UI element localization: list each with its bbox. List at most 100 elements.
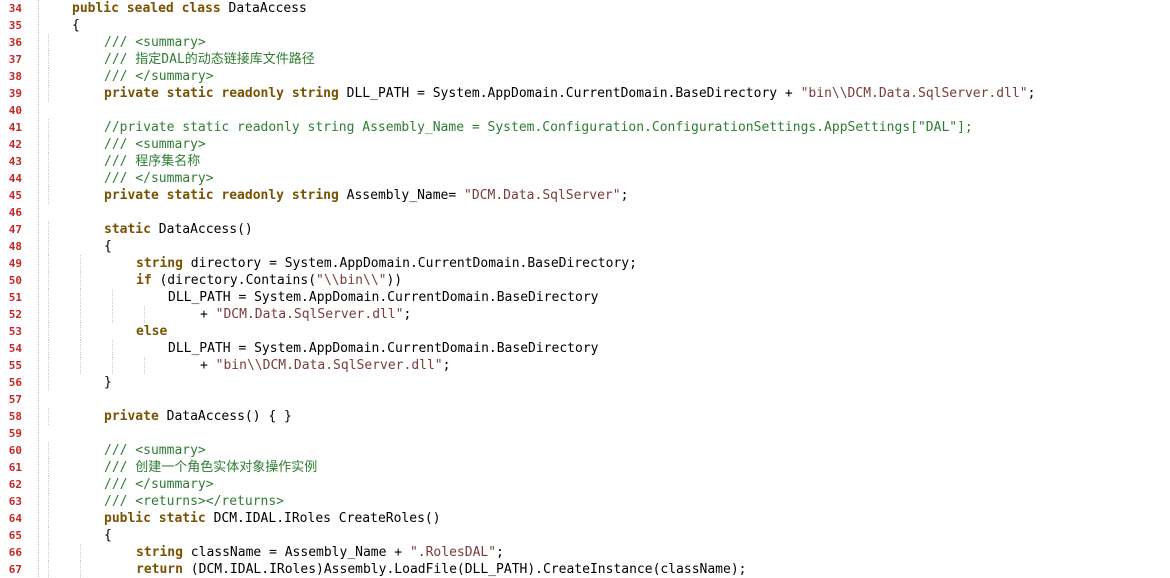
code-line[interactable]: 54 DLL_PATH = System.AppDomain.CurrentDom… (0, 340, 1170, 357)
code-text: + "bin\\DCM.Data.SqlServer.dll"; (200, 357, 450, 374)
keyword-token: return (136, 562, 191, 577)
indent-guide (48, 561, 49, 578)
code-token: Assembly_Name= (346, 188, 465, 203)
code-text: /// 指定DAL的动态链接库文件路径 (104, 51, 315, 68)
code-token: DataAccess (228, 1, 307, 16)
code-token: { (104, 528, 112, 543)
code-text: /// <summary> (104, 442, 206, 459)
code-line[interactable]: 58 private DataAccess() { } (0, 408, 1170, 425)
indent-guide (48, 187, 49, 204)
code-text: return (DCM.IDAL.IRoles)Assembly.LoadFil… (136, 561, 747, 578)
keyword-token: static (104, 222, 159, 237)
code-text: if (directory.Contains("\\bin\\")) (136, 272, 402, 289)
line-number: 61 (8, 461, 22, 474)
code-text: /// </summary> (104, 476, 214, 493)
comment-token: /// 程序集名称 (104, 154, 201, 169)
code-line[interactable]: 53 else (0, 323, 1170, 340)
indent-guide (48, 255, 49, 272)
line-number: 59 (8, 427, 22, 440)
code-token: )) (386, 273, 403, 288)
code-line[interactable]: 52 + "DCM.Data.SqlServer.dll"; (0, 306, 1170, 323)
code-line[interactable]: 62 /// </summary> (0, 476, 1170, 493)
comment-token: /// 指定DAL的动态链接库文件路径 (104, 52, 315, 67)
line-number: 50 (8, 274, 22, 287)
indent-guide (112, 289, 113, 306)
code-line[interactable]: 36 /// <summary> (0, 34, 1170, 51)
line-number: 63 (8, 495, 22, 508)
comment-token: /// <summary> (104, 137, 206, 152)
indent-guide (48, 119, 49, 136)
code-line[interactable]: 48 { (0, 238, 1170, 255)
code-line[interactable]: 59 (0, 425, 1170, 442)
code-line[interactable]: 60 /// <summary> (0, 442, 1170, 459)
code-line[interactable]: 34 public sealed class DataAccess (0, 0, 1170, 17)
code-line[interactable]: 44 /// </summary> (0, 170, 1170, 187)
code-line[interactable]: 41 //private static readonly string Assem… (0, 119, 1170, 136)
comment-token: /// <summary> (104, 35, 206, 50)
code-line[interactable]: 51 DLL_PATH = System.AppDomain.CurrentDom… (0, 289, 1170, 306)
indent-guide (48, 442, 49, 459)
indent-guide (80, 544, 81, 561)
line-number: 49 (8, 257, 22, 270)
code-token: ; (403, 307, 412, 322)
code-line[interactable]: 64 public static DCM.IDAL.IRoles CreateRo… (0, 510, 1170, 527)
comment-token: /// <summary> (104, 443, 206, 458)
code-line[interactable]: 42 /// <summary> (0, 136, 1170, 153)
indent-guide (48, 238, 49, 255)
line-number: 52 (8, 308, 22, 321)
code-text: static DataAccess() (104, 221, 253, 238)
code-line[interactable]: 49 string directory = System.AppDomain.Cu… (0, 255, 1170, 272)
code-text: { (104, 527, 112, 544)
line-number: 51 (8, 291, 22, 304)
code-line[interactable]: 46 (0, 204, 1170, 221)
code-text: private static readonly string DLL_PATH … (104, 85, 1035, 102)
code-text: /// 创建一个角色实体对象操作实例 (104, 459, 317, 476)
line-number: 56 (8, 376, 22, 389)
indent-guide (48, 323, 49, 340)
code-line[interactable]: 38 /// </summary> (0, 68, 1170, 85)
code-editor[interactable]: 34 public sealed class DataAccess 35 {36 ///… (0, 0, 1170, 578)
code-line[interactable]: 35 { (0, 17, 1170, 34)
code-lines[interactable]: 34 public sealed class DataAccess 35 {36 ///… (0, 0, 1170, 578)
indent-guide (48, 459, 49, 476)
code-line[interactable]: 43 /// 程序集名称 (0, 153, 1170, 170)
code-line[interactable]: 39 private static readonly string DLL_PAT… (0, 85, 1170, 102)
code-token: DLL_PATH = System.AppDomain.CurrentDomai… (168, 290, 599, 305)
code-line[interactable]: 47 static DataAccess() (0, 221, 1170, 238)
comment-token: /// 创建一个角色实体对象操作实例 (104, 460, 318, 475)
keyword-token: private (104, 409, 167, 424)
string-token: "DCM.Data.SqlServer" (464, 188, 621, 203)
indent-guide (48, 170, 49, 187)
string-token: "bin\\DCM.Data.SqlServer.dll" (800, 86, 1028, 101)
line-number: 48 (8, 240, 22, 253)
code-line[interactable]: 67 return (DCM.IDAL.IRoles)Assembly.LoadF… (0, 561, 1170, 578)
keyword-token: if (136, 273, 160, 288)
code-text: /// </summary> (104, 170, 214, 187)
code-line[interactable]: 65 { (0, 527, 1170, 544)
code-line[interactable]: 61 /// 创建一个角色实体对象操作实例 (0, 459, 1170, 476)
code-line[interactable]: 45 private static readonly string Assembl… (0, 187, 1170, 204)
code-token: ; (620, 188, 629, 203)
line-number: 38 (8, 70, 22, 83)
code-line[interactable]: 63 /// <returns></returns> (0, 493, 1170, 510)
code-line[interactable]: 66 string className = Assembly_Name + ".R… (0, 544, 1170, 561)
code-line[interactable]: 40 (0, 102, 1170, 119)
code-line[interactable]: 55 + "bin\\DCM.Data.SqlServer.dll"; (0, 357, 1170, 374)
indent-guide (48, 136, 49, 153)
keyword-token: private static readonly string (104, 188, 347, 203)
line-number: 40 (8, 104, 22, 117)
indent-guide (80, 340, 81, 357)
code-line[interactable]: 37 /// 指定DAL的动态链接库文件路径 (0, 51, 1170, 68)
code-token: + (200, 358, 216, 373)
indent-guide (80, 289, 81, 306)
indent-guide (48, 34, 49, 51)
code-token: DLL_PATH = System.AppDomain.CurrentDomai… (346, 86, 801, 101)
code-text: /// </summary> (104, 68, 214, 85)
code-line[interactable]: 57 (0, 391, 1170, 408)
code-line[interactable]: 50 if (directory.Contains("\\bin\\")) (0, 272, 1170, 289)
code-line[interactable]: 56} (0, 374, 1170, 391)
line-number: 66 (8, 546, 22, 559)
indent-guide (48, 153, 49, 170)
indent-guide (48, 306, 49, 323)
comment-token: /// </summary> (104, 171, 214, 186)
